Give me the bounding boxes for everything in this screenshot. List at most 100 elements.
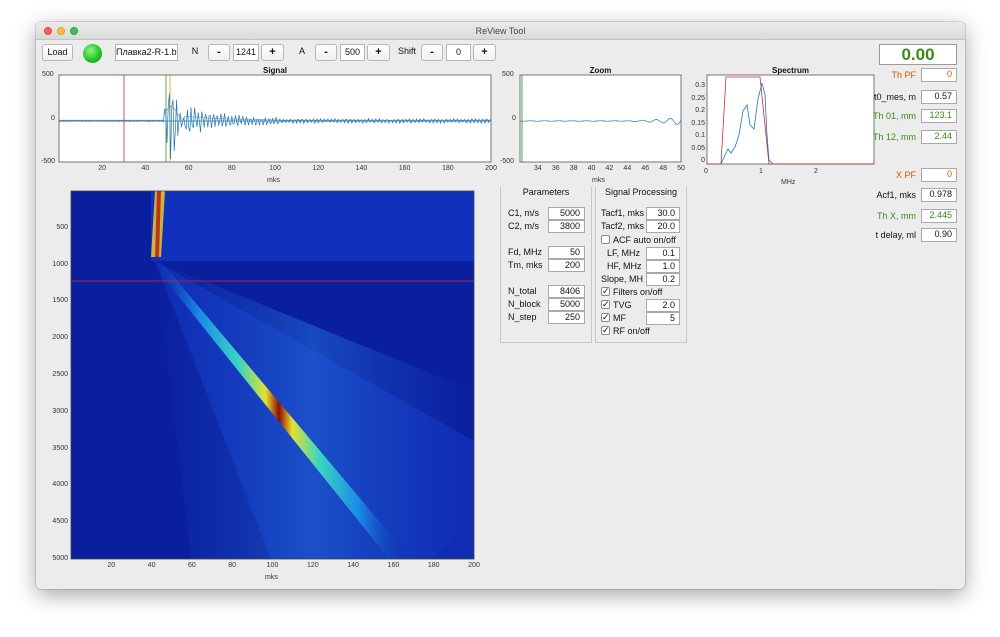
bscan-xtick: 20 <box>107 562 116 569</box>
parameter-input[interactable]: 200 <box>548 259 585 272</box>
bscan-xtick: 160 <box>387 562 400 569</box>
parameter-input[interactable]: 8406 <box>548 285 585 298</box>
parameter-input[interactable]: 5000 <box>548 298 585 311</box>
shift-increment-button[interactable]: + <box>473 44 496 61</box>
zoom-xtick: 44 <box>623 165 632 172</box>
side-label: t delay, ml <box>875 230 916 240</box>
spectrum-xtick: 1 <box>759 168 763 175</box>
bscan-image <box>70 190 475 560</box>
side-label: Th 12, mm <box>872 132 916 142</box>
parameter-input[interactable]: 5000 <box>548 207 585 220</box>
parameter-label: Tm, mks <box>508 260 543 270</box>
mf-checkbox[interactable]: ✓ <box>601 313 610 322</box>
side-value-field[interactable]: 2.445 <box>921 209 957 223</box>
bscan-ytick: 1000 <box>52 260 68 268</box>
a-value-field[interactable]: 500 <box>340 44 365 61</box>
tvg-checkbox[interactable]: ✓ <box>601 300 610 309</box>
n-decrement-button[interactable]: - <box>208 44 230 61</box>
mf-label: MF <box>613 313 626 323</box>
spectrum-ytick: 0 <box>701 157 705 164</box>
zoom-xtick: 46 <box>641 165 650 172</box>
spectrum-ytick: 0.25 <box>691 94 705 102</box>
minimize-window-button[interactable] <box>57 27 65 35</box>
acf-auto-checkbox[interactable] <box>601 235 610 244</box>
parameter-label: N_step <box>508 312 537 322</box>
side-value-field[interactable]: 0.978 <box>921 188 957 202</box>
shift-value-field[interactable]: 0 <box>446 44 471 61</box>
zoom-plot-title: Zoom <box>589 66 612 75</box>
signal-plot-title: Signal <box>262 66 287 75</box>
side-value-field[interactable]: 0.57 <box>921 90 957 104</box>
bscan-ytick: 4000 <box>52 481 68 489</box>
tvg-input[interactable]: 2.0 <box>646 299 680 312</box>
zoom-xtick: 36 <box>551 165 560 172</box>
signal-xtick: 20 <box>98 165 107 172</box>
zoom-ytick: 500 <box>502 71 514 78</box>
parameter-label: N_total <box>508 286 537 296</box>
spectrum-ytick: 0.15 <box>691 119 705 127</box>
slope-label: Slope, MH <box>601 274 644 284</box>
file-name-field[interactable]: Плавка2-R-1.bin <box>115 44 178 61</box>
title-bar: ReView Tool <box>36 22 965 40</box>
slope-input[interactable]: 0.2 <box>646 273 680 286</box>
spectrum-ytick: 0.05 <box>691 144 705 152</box>
zoom-ytick: 0 <box>512 115 516 122</box>
zoom-xlabel: mks <box>592 177 605 184</box>
spectrum-xtick: 0 <box>704 168 708 175</box>
bscan-xtick: 80 <box>228 562 237 569</box>
parameter-input[interactable]: 50 <box>548 246 585 259</box>
tacf1-input[interactable]: 30.0 <box>646 207 680 220</box>
filters-checkbox[interactable]: ✓ <box>601 287 610 296</box>
parameter-label: N_block <box>508 299 541 309</box>
shift-decrement-button[interactable]: - <box>421 44 443 61</box>
spectrum-ytick: 0.2 <box>695 107 705 114</box>
hf-input[interactable]: 1.0 <box>646 260 680 273</box>
zoom-window-button[interactable] <box>70 27 78 35</box>
side-value-field[interactable]: 0.90 <box>921 228 957 242</box>
n-increment-button[interactable]: + <box>261 44 284 61</box>
tacf2-label: Tacf2, mks <box>601 221 645 231</box>
zoom-xtick: 42 <box>605 165 614 172</box>
bscan-ytick: 3500 <box>52 444 68 452</box>
load-button[interactable]: Load <box>42 44 73 61</box>
zoom-xtick: 40 <box>587 165 596 172</box>
parameter-input[interactable]: 3800 <box>548 220 585 233</box>
spectrum-ytick: 0.1 <box>695 132 705 139</box>
side-value-field[interactable]: 2.44 <box>921 130 957 144</box>
zoom-xtick: 48 <box>659 165 667 172</box>
parameter-label: C1, m/s <box>508 208 540 218</box>
side-label: X PF <box>895 170 916 180</box>
side-value-field[interactable]: 0 <box>921 68 957 82</box>
zoom-xtick: 38 <box>569 165 578 172</box>
a-decrement-button[interactable]: - <box>315 44 337 61</box>
tacf2-input[interactable]: 20.0 <box>646 220 680 233</box>
side-value-field[interactable]: 0 <box>921 168 957 182</box>
signal-xtick: 140 <box>355 165 368 172</box>
bscan-ytick: 2500 <box>52 371 68 378</box>
bscan-ytick: 3000 <box>52 407 68 415</box>
rf-label: RF on/off <box>613 326 650 336</box>
signal-plot <box>58 74 492 163</box>
parameter-label: Fd, MHz <box>508 247 543 257</box>
side-label: Th X, mm <box>876 211 916 221</box>
n-value-field[interactable]: 1241 <box>233 44 259 61</box>
tvg-label: TVG <box>613 300 632 310</box>
lf-input[interactable]: 0.1 <box>646 247 680 260</box>
status-indicator-led <box>83 44 102 63</box>
zoom-xtick: 34 <box>533 165 542 172</box>
mf-input[interactable]: 5 <box>646 312 680 325</box>
signal-xtick: 80 <box>227 165 236 172</box>
hf-label: HF, MHz <box>607 261 642 271</box>
bscan-ytick: 5000 <box>52 555 68 562</box>
bscan-xtick: 140 <box>347 562 359 569</box>
side-label: Th PF <box>891 70 916 80</box>
side-label: Acf1, mks <box>876 190 916 200</box>
side-value-field[interactable]: 123.1 <box>921 109 957 123</box>
a-increment-button[interactable]: + <box>367 44 390 61</box>
parameter-input[interactable]: 250 <box>548 311 585 324</box>
spectrum-xtick: 2 <box>814 168 818 175</box>
close-window-button[interactable] <box>44 27 52 35</box>
spectrum-ytick: 0.3 <box>695 82 705 89</box>
rf-checkbox[interactable]: ✓ <box>601 326 610 335</box>
bscan-xtick: 100 <box>266 562 279 569</box>
